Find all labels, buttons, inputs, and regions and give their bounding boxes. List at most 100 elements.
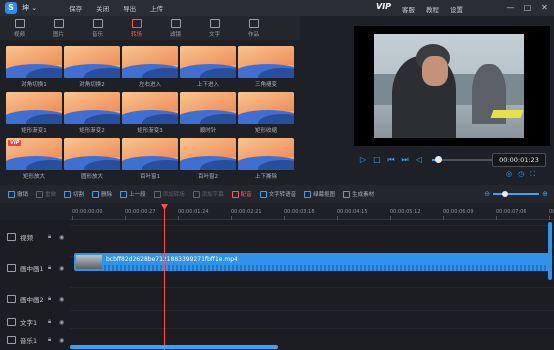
toolbar-button-9[interactable]: 绿幕抠图 — [304, 190, 335, 198]
lock-icon[interactable]: 🔒︎ — [48, 336, 51, 344]
lock-icon[interactable]: 🔒︎ — [48, 318, 51, 326]
tutorial-menu-item[interactable]: 教程 — [426, 4, 439, 14]
tab-4[interactable]: 滤镜 — [156, 16, 195, 40]
track-lane[interactable] — [70, 225, 554, 249]
track-header[interactable]: 视频 🔒︎ ◉ — [0, 231, 70, 243]
toolbar-button-0[interactable]: 撤销 — [8, 190, 28, 198]
lock-icon[interactable]: 🔒︎ — [48, 295, 51, 303]
tab-0[interactable]: 视频 — [0, 16, 39, 40]
transition-item[interactable]: 矩形渐变2 — [64, 92, 120, 134]
fullscreen-icon[interactable]: ⛶ — [530, 170, 535, 179]
transition-item[interactable]: 矩形渐变1 — [6, 92, 62, 134]
transition-item[interactable]: 百叶窗2 — [180, 138, 236, 180]
timeline-ruler[interactable]: 00:00:00:00 00:00:00:27 00:00:01:24 00:00:0… — [70, 206, 554, 220]
horizontal-scrollbar[interactable] — [70, 345, 278, 349]
support-menu-item[interactable]: 客服 — [402, 4, 415, 14]
transition-item[interactable]: VIP 矩形放大 — [6, 138, 62, 180]
save-menu-item[interactable]: 保存 — [69, 3, 82, 13]
playhead[interactable] — [164, 204, 165, 350]
transition-item[interactable]: 上下进入 — [180, 46, 236, 88]
video-preview[interactable] — [354, 26, 550, 146]
transition-item[interactable]: 对角切换1 — [6, 46, 62, 88]
transition-item[interactable]: 三角褪变 — [238, 46, 294, 88]
toolbar-icon — [231, 190, 239, 198]
transition-item[interactable]: 顺时针 — [180, 92, 236, 134]
track-label: 画中画2 — [20, 296, 44, 304]
ruler-label: 00:00:08:03 — [549, 209, 554, 215]
tab-5[interactable]: 文字 — [195, 16, 234, 40]
toolbar-label: 上一段 — [129, 192, 146, 198]
close-icon[interactable]: ✕ — [539, 2, 550, 13]
transition-item[interactable]: 对角切换2 — [64, 46, 120, 88]
transition-thumbnail — [64, 92, 120, 124]
transition-item[interactable]: 矩形收缩 — [238, 92, 294, 134]
visibility-icon[interactable]: ◉ — [59, 296, 64, 303]
zoom-out-icon[interactable]: ⊖ — [484, 190, 490, 198]
track-header[interactable]: 文字1 🔒︎ ◉ — [0, 316, 70, 328]
track-lane[interactable] — [70, 287, 554, 311]
visibility-icon[interactable]: ◉ — [59, 234, 64, 241]
tab-1[interactable]: 图片 — [39, 16, 78, 40]
tab-label: 滤镜 — [169, 31, 181, 38]
tab-label: 文字 — [208, 31, 220, 38]
track-label: 音乐1 — [20, 337, 38, 345]
transition-item[interactable]: 圆形放大 — [64, 138, 120, 180]
edit-toolbar: 撤销 重做 切割 删除 上一段 添加转场 添加字幕 配音 文字转语音 绿幕抠图 生成素材 ⊖ ⊕ — [0, 185, 554, 203]
zoom-in-icon[interactable]: ⊕ — [542, 190, 548, 198]
ruler-label: 00:00:06:09 — [443, 209, 474, 215]
toolbar-button-1[interactable]: 重做 — [36, 190, 56, 198]
transition-item[interactable]: 矩形渐变3 — [122, 92, 178, 134]
ruler-label: 00:00:05:12 — [390, 209, 421, 215]
vertical-scrollbar[interactable] — [548, 222, 552, 280]
visibility-icon[interactable]: ◉ — [59, 319, 64, 326]
tab-6[interactable]: 作品 — [234, 16, 273, 40]
vip-button[interactable]: VIP — [376, 2, 391, 11]
minimize-icon[interactable]: — — [505, 2, 516, 13]
snapshot-icon[interactable]: ◎ — [506, 170, 512, 179]
stop-icon[interactable]: □ — [372, 155, 382, 165]
toolbar-button-8[interactable]: 文字转语音 — [259, 190, 296, 198]
volume-icon[interactable]: ◁ — [414, 155, 424, 165]
vip-badge: VIP — [8, 140, 22, 146]
track-header[interactable]: 画中画2 🔒︎ ◉ — [0, 293, 70, 305]
close-menu-item[interactable]: 关闭 — [96, 3, 109, 13]
play-icon[interactable]: ▷ — [358, 155, 368, 165]
transition-thumbnail — [64, 138, 120, 170]
track-header[interactable]: 画中画1 🔒︎ ◉ — [0, 262, 70, 274]
transition-thumbnail — [238, 138, 294, 170]
settings-menu-item[interactable]: 设置 — [450, 4, 463, 14]
visibility-icon[interactable]: ◉ — [59, 337, 64, 344]
visibility-icon[interactable]: ◉ — [59, 265, 64, 272]
track-header[interactable]: 音乐1 🔒︎ ◉ — [0, 334, 70, 346]
prev-frame-icon[interactable]: ⏮ — [386, 155, 396, 165]
zoom-slider[interactable] — [493, 191, 540, 197]
toolbar-label: 添加转场 — [162, 192, 185, 198]
toolbar-button-10[interactable]: 生成素材 — [343, 190, 374, 198]
playback-slider[interactable] — [432, 156, 492, 163]
toolbar-icon — [343, 190, 351, 198]
tab-3[interactable]: 转场 — [117, 16, 156, 40]
tab-2[interactable]: 音乐 — [78, 16, 117, 40]
lock-icon[interactable]: 🔒︎ — [48, 233, 51, 241]
toolbar-button-6[interactable]: 添加字幕 — [192, 190, 224, 198]
toolbar-button-2[interactable]: 切割 — [64, 190, 84, 198]
music-icon — [92, 18, 103, 28]
maximize-icon[interactable]: □ — [522, 2, 533, 13]
transition-item[interactable]: 左右进入 — [122, 46, 178, 88]
transition-item[interactable]: 上下撕除 — [238, 138, 294, 180]
toolbar-button-4[interactable]: 上一段 — [120, 190, 146, 198]
tab-label: 视频 — [13, 31, 25, 38]
toolbar-label: 撤销 — [17, 192, 29, 198]
video-clip[interactable]: bcbff82d2628be7121883399271fbff1e.mp4 — [74, 253, 552, 271]
user-menu[interactable]: 坤 ⌄ — [22, 3, 37, 13]
export-menu-item[interactable]: 导出 — [123, 3, 136, 13]
speed-icon[interactable]: ◷ — [518, 170, 524, 179]
toolbar-button-3[interactable]: 删除 — [92, 190, 112, 198]
next-frame-icon[interactable]: ⏭ — [400, 155, 410, 165]
transition-thumbnail — [6, 46, 62, 78]
lock-icon[interactable]: 🔒︎ — [48, 264, 51, 272]
transition-item[interactable]: 百叶窗1 — [122, 138, 178, 180]
upload-menu-item[interactable]: 上传 — [150, 3, 163, 13]
toolbar-button-5[interactable]: 添加转场 — [153, 190, 185, 198]
toolbar-button-7[interactable]: 配音 — [231, 190, 252, 198]
